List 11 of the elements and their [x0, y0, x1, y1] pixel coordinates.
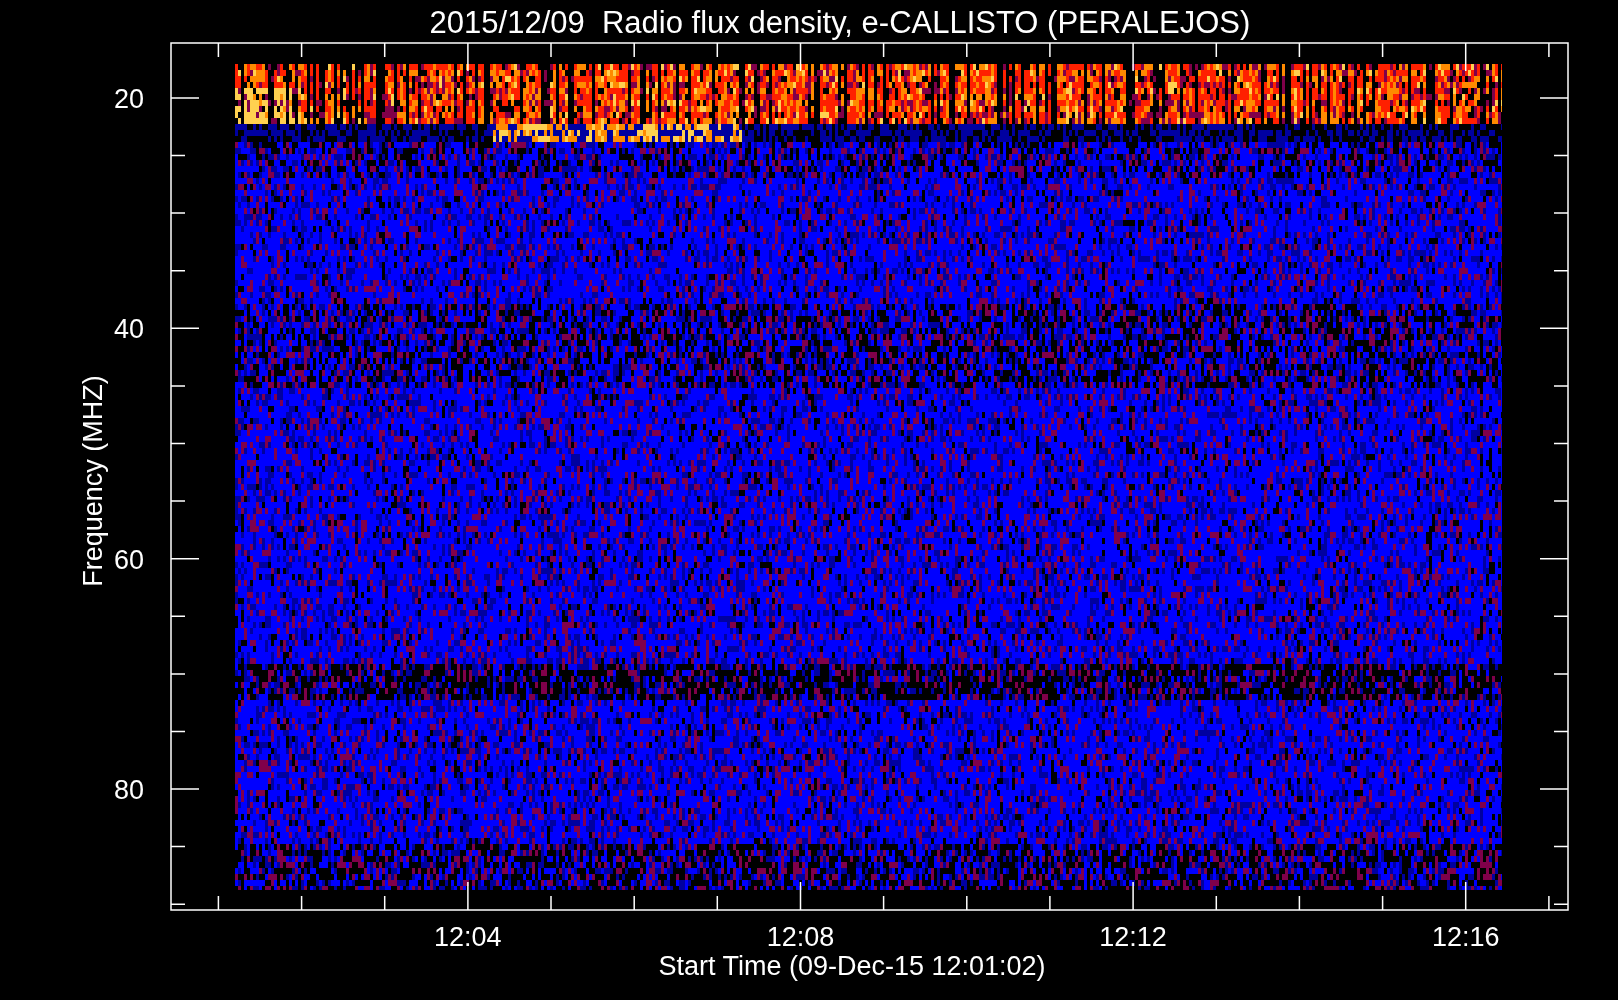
y-axis-title: Frequency (MHZ) [78, 375, 108, 587]
y-tick-label: 80 [113, 775, 144, 806]
x-tick-label: 12:16 [1431, 922, 1500, 952]
x-tick-label: 12:04 [434, 922, 502, 952]
y-tick-label: 60 [113, 544, 144, 575]
y-tick-label: 40 [113, 314, 144, 345]
x-axis-title: Start Time (09-Dec-15 12:01:02) [658, 951, 1046, 981]
x-tick-label: 12:08 [766, 922, 835, 952]
y-tick-label: 20 [113, 83, 144, 114]
x-tick-label: 12:12 [1099, 922, 1167, 952]
chart-title: 2015/12/09 Radio flux density, e-CALLISTO (PERALEJOS) [429, 5, 1251, 40]
